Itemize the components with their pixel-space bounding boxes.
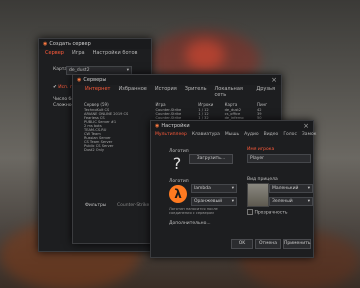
load-button[interactable]: Загрузить... <box>189 154 233 164</box>
crosshair-preview <box>247 183 269 207</box>
crosshair-color-select[interactable]: Зеленый ▾ <box>269 197 313 206</box>
cell-name: Dust2 Only <box>84 148 104 152</box>
tab-mouse[interactable]: Мышь <box>225 132 239 137</box>
chevron-down-icon: ▾ <box>231 199 234 204</box>
cancel-button[interactable]: Отмена <box>255 239 281 249</box>
window-title: Настройки <box>161 123 190 129</box>
lambda-logo-icon: λ <box>169 185 187 203</box>
crosshair-label: Вид прицела <box>247 177 278 182</box>
transparent-checkbox-row[interactable]: Прозрачность <box>247 209 288 216</box>
column-map[interactable]: Карта <box>224 101 256 108</box>
settings-window: ◉ Настройки × Мультиплеер Клавиатура Мыш… <box>150 120 316 258</box>
close-icon[interactable]: × <box>303 122 309 130</box>
tab-server[interactable]: Сервер <box>45 50 64 56</box>
tab-spectate[interactable]: Зритель <box>185 86 207 98</box>
name-label: Имя игрока <box>247 147 275 152</box>
spray-select[interactable]: lambda ▾ <box>191 184 237 193</box>
tab-keyboard[interactable]: Клавиатура <box>192 132 220 137</box>
column-ping[interactable]: Пинг <box>256 101 275 108</box>
app-logo-icon: ◉ <box>43 41 48 47</box>
tab-multiplayer[interactable]: Мультиплеер <box>155 132 187 137</box>
checkmark-icon: ✔ <box>53 85 57 90</box>
settings-tabs: Мультиплеер Клавиатура Мышь Аудио Видео … <box>151 131 316 138</box>
chevron-down-icon: ▾ <box>231 186 234 191</box>
create-server-tabs: Сервер Игра Настройки ботов <box>39 49 151 57</box>
tab-friends[interactable]: Друзья <box>256 86 275 98</box>
tab-voice[interactable]: Голос <box>283 132 297 137</box>
column-players[interactable]: Игроки <box>197 101 223 108</box>
column-server[interactable]: Сервер (59) <box>83 101 154 108</box>
player-name-field[interactable]: Player <box>247 154 311 163</box>
tab-internet[interactable]: Интернет <box>85 86 110 98</box>
tab-favorites[interactable]: Избранное <box>118 86 146 98</box>
chevron-down-icon: ▾ <box>307 199 310 204</box>
spray-hint: Логотип наносится после соединения с сер… <box>169 207 218 215</box>
app-logo-icon: ◉ <box>77 77 82 83</box>
tab-bots[interactable]: Настройки ботов <box>93 50 138 56</box>
tab-game[interactable]: Игра <box>72 50 85 56</box>
filters-button[interactable]: Фильтры <box>85 203 106 208</box>
advanced-button[interactable]: Дополнительно... <box>169 221 211 226</box>
apply-button[interactable]: Применить <box>283 239 311 249</box>
ok-button[interactable]: OK <box>231 239 253 249</box>
chevron-down-icon: ▾ <box>126 68 129 73</box>
spray-label: Логотип <box>169 179 189 184</box>
servers-tabs: Интернет Избранное История Зритель Локал… <box>79 85 281 99</box>
tab-audio[interactable]: Аудио <box>244 132 259 137</box>
chevron-down-icon: ▾ <box>307 186 310 191</box>
question-mark-icon: ? <box>172 154 182 173</box>
tab-history[interactable]: История <box>155 86 177 98</box>
tab-lan[interactable]: Локальная сеть <box>215 86 249 98</box>
crosshair-size-select[interactable]: Маленький ▾ <box>269 184 313 193</box>
close-icon[interactable]: × <box>271 76 277 84</box>
transparent-checkbox[interactable] <box>247 209 253 215</box>
window-title: Серверы <box>83 77 107 83</box>
column-game[interactable]: Игра <box>154 101 197 108</box>
color-select[interactable]: Оранжевый ▾ <box>191 197 237 206</box>
tab-video[interactable]: Видео <box>264 132 279 137</box>
app-logo-icon: ◉ <box>155 123 160 129</box>
window-title: Создать сервер <box>49 41 91 47</box>
tab-lock[interactable]: Замок <box>302 132 317 137</box>
filter-game: Counter-Strike <box>117 203 150 208</box>
